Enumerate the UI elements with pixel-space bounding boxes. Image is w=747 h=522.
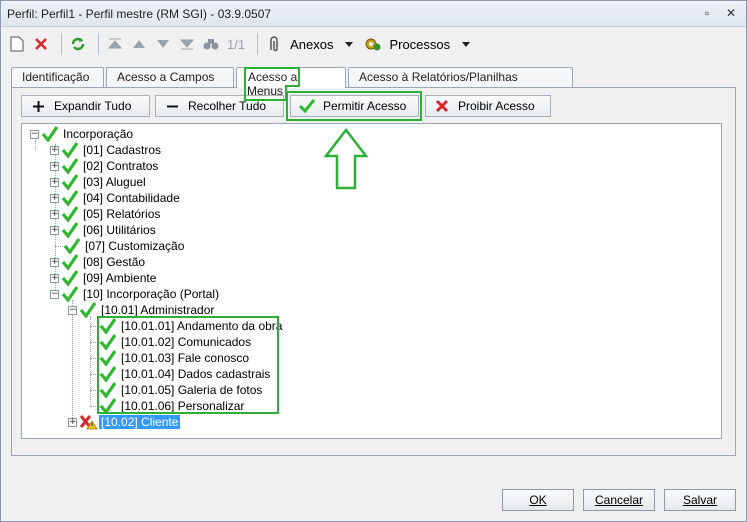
tree-node-item[interactable]: + [04] Contabilidade: [50, 190, 182, 207]
tab-acesso-campos[interactable]: Acesso a Campos: [106, 67, 234, 88]
toolbar-separator: [98, 33, 99, 55]
tree-node-label: [10.01] Administrador: [101, 303, 215, 317]
tree-node-label: [08] Gestão: [83, 255, 146, 269]
collapse-icon[interactable]: −: [30, 129, 39, 139]
tree-node-item[interactable]: + [02] Contratos: [50, 158, 160, 175]
check-icon[interactable]: [61, 222, 79, 239]
next-record-icon[interactable]: [153, 34, 173, 54]
tree-node-item[interactable]: + [08] Gestão: [50, 254, 147, 271]
tree-node-label: [01] Cadastros: [83, 143, 162, 157]
tree-node-item[interactable]: + [01] Cadastros: [50, 142, 163, 159]
check-icon[interactable]: [61, 254, 79, 271]
tree-node-label: [10.02] Cliente: [99, 415, 181, 429]
expand-icon[interactable]: +: [50, 161, 59, 171]
title-bar: Perfil: Perfil1 - Perfil mestre (RM SGI)…: [1, 1, 746, 27]
chevron-down-icon[interactable]: [456, 34, 476, 54]
tree-node-label: [04] Contabilidade: [83, 191, 180, 205]
anexos-menu[interactable]: Anexos: [290, 37, 333, 52]
tree-node-item[interactable]: − [10] Incorporação (Portal): [50, 286, 221, 303]
cancel-button[interactable]: Cancelar: [583, 489, 655, 511]
close-icon[interactable]: ✕: [724, 6, 738, 20]
minus-icon: [164, 98, 180, 114]
tree-node-label: Incorporação: [63, 127, 134, 141]
tree-node-item[interactable]: + [06] Utilitários: [50, 222, 158, 239]
expand-all-button[interactable]: Expandir Tudo: [21, 95, 150, 117]
administrator-children-highlight: [97, 316, 279, 414]
expand-icon[interactable]: +: [68, 417, 77, 427]
deny-x-icon: [434, 98, 450, 114]
tree-node-item[interactable]: + [03] Aluguel: [50, 174, 148, 191]
tree-node-root[interactable]: − Incorporação: [30, 126, 135, 143]
cancel-label: Cancelar: [594, 493, 644, 507]
toolbar-separator: [61, 33, 62, 55]
check-icon[interactable]: [61, 270, 79, 287]
previous-record-icon[interactable]: [129, 34, 149, 54]
check-icon[interactable]: [61, 190, 79, 207]
window-title: Perfil: Perfil1 - Perfil mestre (RM SGI)…: [7, 6, 272, 21]
check-icon[interactable]: [79, 302, 97, 319]
maximize-icon[interactable]: ▫: [700, 6, 714, 20]
tab-strip: Identificação Acesso a Campos Acesso a M…: [11, 67, 575, 101]
tree-node-label: [03] Aluguel: [83, 175, 146, 189]
toolbar-separator: [257, 33, 259, 55]
expand-icon[interactable]: +: [50, 145, 59, 155]
tree-node-label: [05] Relatórios: [83, 207, 161, 221]
first-record-icon[interactable]: [105, 34, 125, 54]
check-icon[interactable]: [61, 206, 79, 223]
tree-node-label: [06] Utilitários: [83, 223, 156, 237]
collapse-all-button[interactable]: Recolher Tudo: [155, 95, 284, 117]
tab-identificacao[interactable]: Identificação: [11, 67, 104, 88]
deny-access-label: Proibir Acesso: [458, 99, 535, 113]
binoculars-icon[interactable]: [201, 34, 221, 54]
check-icon[interactable]: [61, 174, 79, 191]
deny-access-button[interactable]: Proibir Acesso: [425, 95, 551, 117]
check-icon[interactable]: [61, 142, 79, 159]
tree-node-label: [09] Ambiente: [83, 271, 157, 285]
up-arrow-annotation: [324, 128, 368, 190]
expand-icon[interactable]: +: [50, 193, 59, 203]
collapse-all-label: Recolher Tudo: [188, 99, 267, 113]
tree-line: [72, 300, 73, 420]
tree-node-label: [02] Contratos: [83, 159, 159, 173]
tree-node-item[interactable]: [07] Customização: [50, 238, 186, 255]
record-counter: 1/1: [227, 36, 246, 52]
processos-menu[interactable]: Processos: [389, 37, 450, 52]
expand-icon[interactable]: +: [50, 209, 59, 219]
expand-icon[interactable]: +: [50, 225, 59, 235]
collapse-icon[interactable]: −: [68, 305, 77, 315]
check-icon[interactable]: [61, 158, 79, 175]
chevron-down-icon[interactable]: [339, 34, 359, 54]
ok-button[interactable]: OK: [502, 489, 574, 511]
tree-node-label: [07] Customização: [85, 239, 185, 253]
delete-icon[interactable]: [31, 34, 51, 54]
last-record-icon[interactable]: [177, 34, 197, 54]
expand-icon[interactable]: +: [50, 177, 59, 187]
new-icon[interactable]: [7, 34, 27, 54]
refresh-icon[interactable]: [68, 34, 88, 54]
menu-tree: − Incorporação + [01] Cadastros + [02] Contra…: [21, 123, 722, 439]
tab-acesso-relatorios[interactable]: Acesso à Relatórios/Planilhas: [348, 67, 573, 88]
plus-icon: [30, 98, 46, 114]
toolbar: 1/1 Anexos Processos: [1, 28, 746, 60]
tree-node-cliente[interactable]: + [10.02] Cliente: [68, 414, 181, 430]
profile-window: Perfil: Perfil1 - Perfil mestre (RM SGI)…: [0, 0, 747, 522]
save-label: Salvar: [682, 493, 717, 507]
tab-acesso-menus[interactable]: Acesso a Menus: [236, 67, 346, 101]
allow-access-highlight: [286, 91, 422, 121]
tree-node-item[interactable]: + [05] Relatórios: [50, 206, 162, 223]
paperclip-icon[interactable]: [264, 34, 284, 54]
check-icon[interactable]: [61, 286, 79, 303]
expand-all-label: Expandir Tudo: [54, 99, 132, 113]
expand-icon[interactable]: +: [50, 273, 59, 283]
deny-warning-icon[interactable]: [79, 414, 98, 430]
check-icon[interactable]: [41, 126, 59, 143]
gears-icon[interactable]: [363, 34, 383, 54]
check-icon[interactable]: [63, 238, 81, 255]
collapse-icon[interactable]: −: [50, 289, 59, 299]
ok-label: OK: [529, 493, 547, 507]
tree-node-label: [10] Incorporação (Portal): [83, 287, 220, 301]
tree-node-item[interactable]: + [09] Ambiente: [50, 270, 158, 287]
expand-icon[interactable]: +: [50, 257, 59, 267]
save-button[interactable]: Salvar: [664, 489, 736, 511]
